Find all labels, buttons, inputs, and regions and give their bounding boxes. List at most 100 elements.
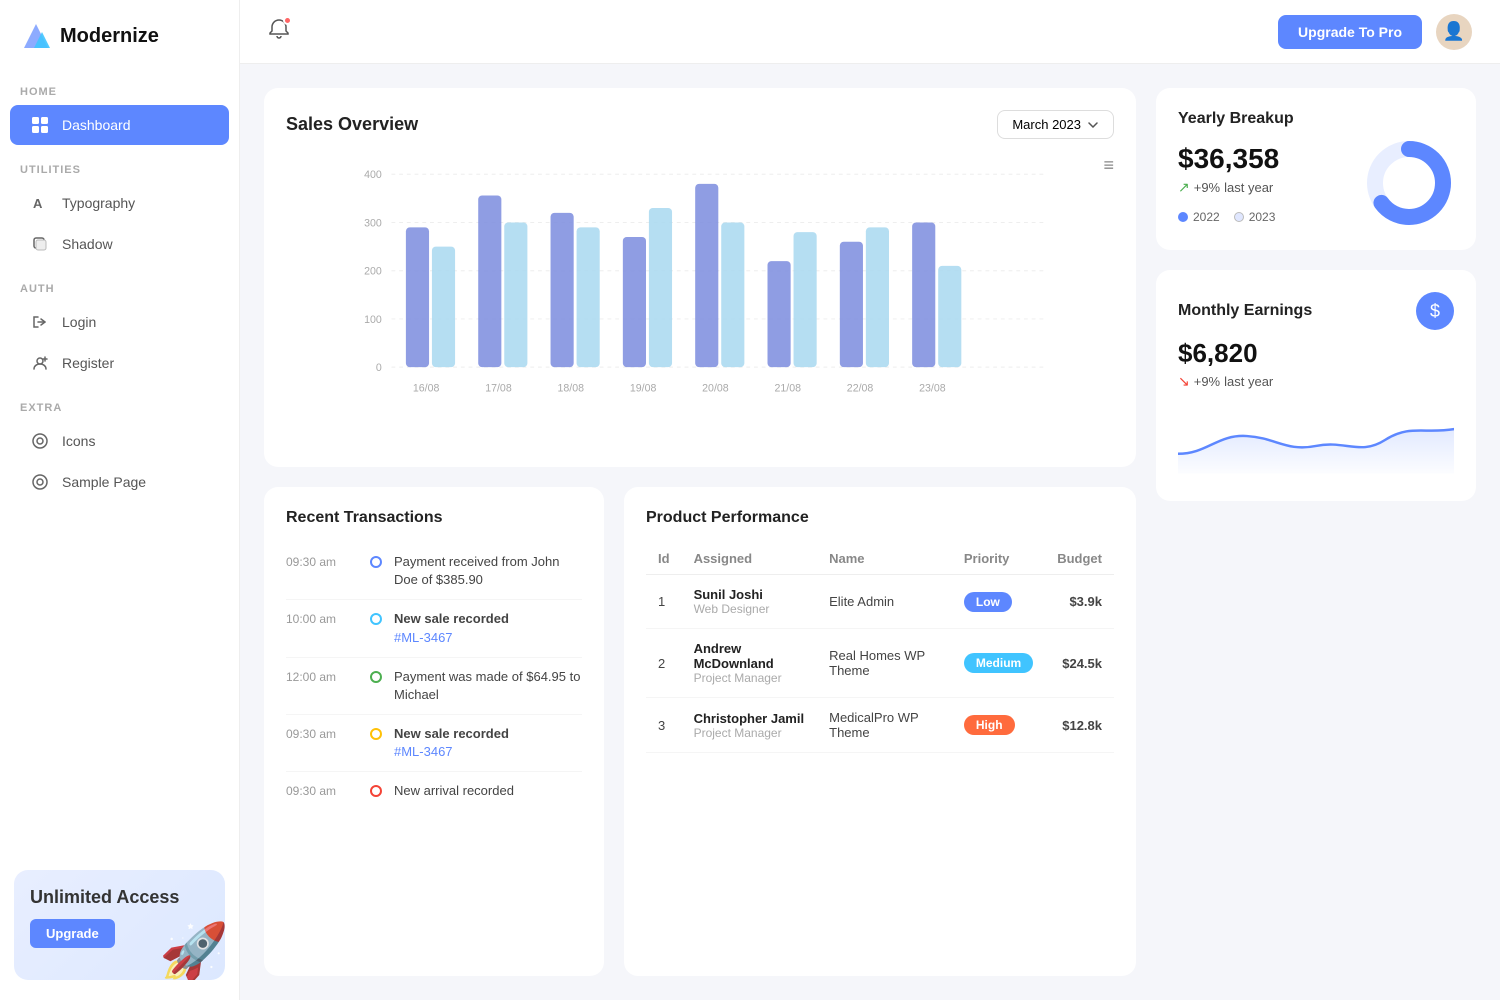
sidebar-section-home: HOME Dashboard (0, 68, 239, 146)
product-title: Product Performance (646, 509, 1114, 527)
col-id: Id (646, 543, 682, 575)
monthly-icon: $ (1416, 292, 1454, 330)
sample-icon (30, 472, 50, 492)
sidebar-item-label-register: Register (62, 355, 114, 371)
yearly-pct: +9% (1194, 180, 1220, 195)
upgrade-title: Unlimited Access (30, 886, 209, 909)
upgrade-button[interactable]: Upgrade (30, 919, 115, 948)
tx-dot (370, 728, 382, 740)
row-assigned: Sunil Joshi Web Designer (682, 575, 818, 629)
upgrade-illustration: 🚀 (159, 924, 225, 980)
sales-header: Sales Overview March 2023 (286, 110, 1114, 139)
monthly-change-label: last year (1224, 374, 1273, 389)
tx-dot (370, 556, 382, 568)
sidebar-section-auth: AUTH Login Register (0, 265, 239, 384)
yearly-change-label: last year (1224, 180, 1273, 195)
sparkline-chart (1178, 404, 1454, 474)
svg-text:18/08: 18/08 (558, 382, 585, 394)
sidebar-item-label-icons: Icons (62, 433, 95, 449)
sidebar-item-sample[interactable]: Sample Page (10, 462, 229, 502)
sidebar-item-typography[interactable]: A Typography (10, 183, 229, 223)
monthly-title: Monthly Earnings (1178, 302, 1312, 320)
sidebar-item-icons[interactable]: Icons (10, 421, 229, 461)
row-assigned: Christopher Jamil Project Manager (682, 698, 818, 753)
header: Upgrade To Pro 👤 (240, 0, 1500, 64)
svg-text:400: 400 (364, 169, 382, 181)
sidebar-item-login[interactable]: Login (10, 302, 229, 342)
row-id: 2 (646, 629, 682, 698)
svg-text:17/08: 17/08 (485, 382, 512, 394)
row-product-name: MedicalPro WP Theme (817, 698, 952, 753)
col-budget: Budget (1045, 543, 1114, 575)
user-avatar[interactable]: 👤 (1436, 14, 1472, 50)
left-panel: Sales Overview March 2023 ≡ (264, 88, 1136, 976)
svg-text:22/08: 22/08 (847, 382, 874, 394)
tx-time: 12:00 am (286, 668, 358, 684)
tx-time: 09:30 am (286, 553, 358, 569)
col-priority: Priority (952, 543, 1045, 575)
tx-time: 10:00 am (286, 610, 358, 626)
row-budget: $24.5k (1045, 629, 1114, 698)
svg-text:A: A (33, 196, 43, 211)
chart-menu-icon[interactable]: ≡ (1103, 155, 1114, 176)
row-priority: High (952, 698, 1045, 753)
tx-time: 09:30 am (286, 725, 358, 741)
list-item: 09:30 am New arrival recorded (286, 772, 582, 810)
sidebar: Modernize HOME Dashboard UTILITIES A Typ… (0, 0, 240, 1000)
logo-icon (20, 20, 52, 52)
yearly-legend: 2022 2023 (1178, 210, 1279, 224)
row-product-name: Real Homes WP Theme (817, 629, 952, 698)
row-budget: $3.9k (1045, 575, 1114, 629)
donut-chart (1364, 138, 1454, 228)
section-label-home: HOME (0, 68, 239, 104)
row-assigned: Andrew McDownland Project Manager (682, 629, 818, 698)
upgrade-pro-button[interactable]: Upgrade To Pro (1278, 15, 1422, 49)
sidebar-item-dashboard[interactable]: Dashboard (10, 105, 229, 145)
tx-link[interactable]: #ML-3467 (394, 744, 453, 759)
yearly-breakup-card: Yearly Breakup $36,358 ↗ +9% last year (1156, 88, 1476, 250)
col-assigned: Assigned (682, 543, 818, 575)
list-item: 09:30 am Payment received from John Doe … (286, 543, 582, 600)
monthly-header: Monthly Earnings $ (1178, 292, 1454, 330)
sales-overview-card: Sales Overview March 2023 ≡ (264, 88, 1136, 467)
tx-content: New sale recorded #ML-3467 (394, 725, 509, 761)
sidebar-item-shadow[interactable]: Shadow (10, 224, 229, 264)
svg-text:300: 300 (364, 217, 382, 229)
list-item: 09:30 am New sale recorded #ML-3467 (286, 715, 582, 772)
brand-name: Modernize (60, 25, 159, 48)
sidebar-item-label-dashboard: Dashboard (62, 117, 131, 133)
svg-text:23/08: 23/08 (919, 382, 946, 394)
notification-dot (283, 16, 292, 25)
sidebar-item-register[interactable]: Register (10, 343, 229, 383)
transaction-list: 09:30 am Payment received from John Doe … (286, 543, 582, 810)
month-selector[interactable]: March 2023 (997, 110, 1114, 139)
content: Sales Overview March 2023 ≡ (240, 64, 1500, 1000)
tx-text: New sale recorded (394, 610, 509, 628)
notification-bell[interactable] (268, 18, 290, 46)
shadow-icon (30, 234, 50, 254)
svg-text:21/08: 21/08 (774, 382, 801, 394)
row-id: 3 (646, 698, 682, 753)
tx-text: New sale recorded (394, 725, 509, 743)
monthly-earnings-card: Monthly Earnings $ $6,820 ↘ +9% last yea… (1156, 270, 1476, 501)
monthly-change: ↘ +9% last year (1178, 373, 1454, 390)
yearly-change: ↗ +9% last year (1178, 179, 1279, 196)
header-left (268, 18, 290, 46)
typography-icon: A (30, 193, 50, 213)
section-label-utilities: UTILITIES (0, 146, 239, 182)
login-icon (30, 312, 50, 332)
row-priority: Medium (952, 629, 1045, 698)
main-area: Upgrade To Pro 👤 Sales Overview March 20… (240, 0, 1500, 1000)
row-product-name: Elite Admin (817, 575, 952, 629)
table-row: 3 Christopher Jamil Project Manager Medi… (646, 698, 1114, 753)
col-name: Name (817, 543, 952, 575)
tx-link[interactable]: #ML-3467 (394, 630, 453, 645)
header-right: Upgrade To Pro 👤 (1278, 14, 1472, 50)
tx-text: Payment received from John Doe of $385.9… (394, 553, 582, 589)
logo: Modernize (0, 0, 239, 68)
svg-text:20/08: 20/08 (702, 382, 729, 394)
chart-area: ≡ 400 300 200 100 0 (286, 155, 1114, 445)
product-performance-card: Product Performance Id Assigned Name Pri… (624, 487, 1136, 976)
sidebar-section-extra: EXTRA Icons Sample Page (0, 384, 239, 503)
sidebar-item-label-shadow: Shadow (62, 236, 113, 252)
